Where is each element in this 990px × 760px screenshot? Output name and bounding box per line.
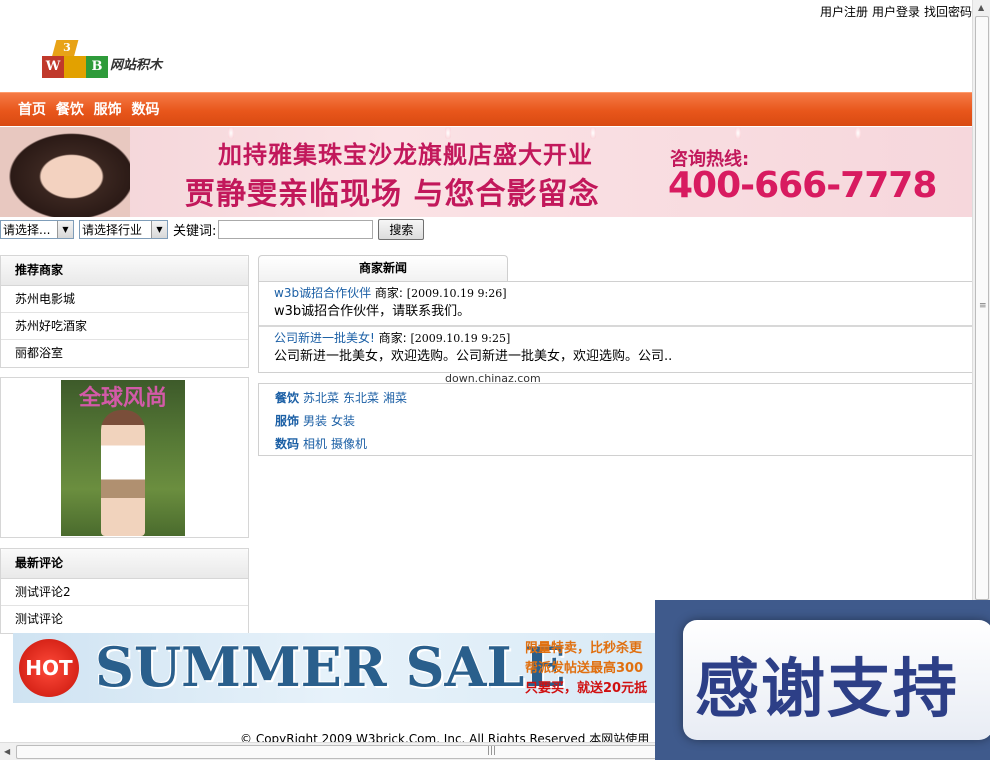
nav-home[interactable]: 首页	[18, 102, 46, 118]
merchant-item[interactable]: 丽都浴室	[1, 340, 248, 367]
category-row: 餐饮 苏北菜 东北菜 湘菜	[275, 387, 972, 410]
sale-line: 只要买，就送20元抵	[525, 681, 648, 696]
category-link[interactable]: 女装	[331, 414, 355, 428]
category-list: 餐饮 苏北菜 东北菜 湘菜 服饰 男装 女装 数码 相机 摄像机	[258, 383, 972, 456]
keyword-input[interactable]	[218, 219, 374, 239]
category-link[interactable]: 苏北菜	[303, 391, 339, 405]
category-link[interactable]: 湘菜	[383, 391, 407, 405]
main-nav: 首页 餐饮 服饰 数码	[0, 92, 972, 126]
thanks-overlay: 感谢支持	[655, 600, 990, 760]
model-figure	[101, 410, 145, 536]
search-button[interactable]: 搜索	[378, 218, 425, 240]
sale-line: 限量特卖，比秒杀更	[525, 641, 643, 656]
grip-icon: ≡	[979, 301, 987, 311]
category-name[interactable]: 餐饮	[275, 391, 299, 405]
news-list: w3b诚招合作伙伴 商家: [2009.10.19 9:26] w3b诚招合作伙…	[258, 281, 972, 373]
logo-letter-3: 3	[63, 41, 71, 54]
nav-clothing[interactable]: 服饰	[94, 102, 122, 118]
logo-text: 网站积木	[110, 58, 163, 73]
category-link[interactable]: 东北菜	[343, 391, 379, 405]
vertical-scroll-thumb[interactable]: ≡	[975, 16, 989, 600]
region-select[interactable]: 请选择... ▼	[0, 219, 74, 239]
recover-password-link[interactable]: 找回密码	[924, 5, 972, 19]
chevron-down-icon[interactable]: ▼	[151, 220, 167, 238]
industry-select[interactable]: 请选择行业 ▼	[79, 219, 168, 239]
nav-digital[interactable]: 数码	[131, 102, 159, 118]
site-logo[interactable]: W B 3 网站积木	[40, 40, 175, 82]
merchant-item[interactable]: 苏州好吃酒家	[1, 313, 248, 340]
top-links: 用户注册 用户登录 找回密码	[816, 3, 972, 20]
news-item: 公司新进一批美女! 商家: [2009.10.19 9:25] 公司新进一批美女…	[259, 327, 972, 370]
news-title-link[interactable]: w3b诚招合作伙伴	[274, 286, 371, 300]
category-link[interactable]: 相机	[303, 437, 327, 451]
category-name[interactable]: 数码	[275, 437, 299, 451]
news-date: [2009.10.19 9:26]	[406, 287, 507, 300]
merchant-item[interactable]: 苏州电影城	[1, 286, 248, 313]
comments-title: 最新评论	[1, 549, 248, 579]
keyword-label: 关键词:	[173, 223, 217, 239]
recommended-merchants: 推荐商家 苏州电影城 苏州好吃酒家 丽都浴室	[0, 255, 249, 368]
comment-item[interactable]: 测试评论	[1, 606, 248, 633]
fashion-ad-image[interactable]: 全球风尚	[61, 380, 185, 536]
search-bar: 请选择... ▼ 请选择行业 ▼ 关键词: 搜索	[0, 218, 425, 240]
summer-sale-banner[interactable]: HOT SUMMER SALE 限量特卖，比秒杀更 帮派发帖送最高300 只要买…	[13, 633, 658, 703]
banner-hotline-number: 400-666-7778	[668, 165, 937, 206]
region-select-value: 请选择...	[3, 222, 51, 237]
logo-cube-yellow	[64, 56, 86, 78]
fashion-ad-title: 全球风尚	[78, 385, 167, 411]
category-row: 数码 相机 摄像机	[275, 433, 972, 456]
banner-portrait	[0, 127, 130, 217]
nav-food[interactable]: 餐饮	[56, 102, 84, 118]
industry-select-value: 请选择行业	[82, 222, 143, 237]
sale-line: 帮派发帖送最高300	[525, 661, 644, 676]
sale-headline: SUMMER SALE	[95, 635, 566, 699]
scroll-up-arrow-icon[interactable]: ▲	[978, 3, 984, 12]
login-link[interactable]: 用户登录	[872, 5, 920, 19]
recommended-title: 推荐商家	[1, 256, 248, 286]
logo-letter-b: B	[91, 59, 103, 74]
register-link[interactable]: 用户注册	[820, 5, 868, 19]
grip-icon: |||	[487, 746, 497, 756]
latest-comments: 最新评论 测试评论2 测试评论	[0, 548, 249, 634]
page: { "top_links": ["用户注册", "用户登录", "找回密码"],…	[0, 0, 990, 760]
banner-headline: 加持雅集珠宝沙龙旗舰店盛大开业	[218, 140, 593, 169]
fashion-ad-box: 全球风尚	[0, 377, 249, 538]
category-link[interactable]: 摄像机	[331, 437, 367, 451]
news-item: w3b诚招合作伙伴 商家: [2009.10.19 9:26] w3b诚招合作伙…	[259, 282, 972, 327]
news-body: 公司新进一批美女，欢迎选购。公司新进一批美女，欢迎选购。公司..	[274, 349, 673, 364]
banner-subheadline: 贾静雯亲临现场 与您合影留念	[185, 177, 600, 212]
banner-lamp	[855, 127, 861, 139]
tab-merchant-news[interactable]: 商家新闻	[258, 255, 508, 282]
news-body: w3b诚招合作伙伴，请联系我们。	[274, 304, 471, 319]
category-link[interactable]: 男装	[303, 414, 327, 428]
thanks-text: 感谢支持	[695, 653, 959, 727]
thanks-card: 感谢支持	[683, 620, 990, 740]
promo-banner[interactable]: 加持雅集珠宝沙龙旗舰店盛大开业 贾静雯亲临现场 与您合影留念 咨询热线: 400…	[0, 127, 972, 217]
news-merchant-label: 商家:	[378, 331, 407, 345]
comment-item[interactable]: 测试评论2	[1, 579, 248, 606]
chevron-down-icon[interactable]: ▼	[57, 220, 73, 238]
category-row: 服饰 男装 女装	[275, 410, 972, 433]
hot-badge: HOT	[19, 639, 79, 697]
logo-letter-w: W	[45, 59, 61, 74]
category-name[interactable]: 服饰	[275, 414, 299, 428]
news-merchant-label: 商家:	[374, 286, 403, 300]
banner-lamp	[735, 127, 741, 139]
news-title-link[interactable]: 公司新进一批美女!	[274, 331, 375, 345]
news-date: [2009.10.19 9:25]	[410, 332, 511, 345]
scroll-left-arrow-icon[interactable]: ◀	[4, 747, 10, 756]
